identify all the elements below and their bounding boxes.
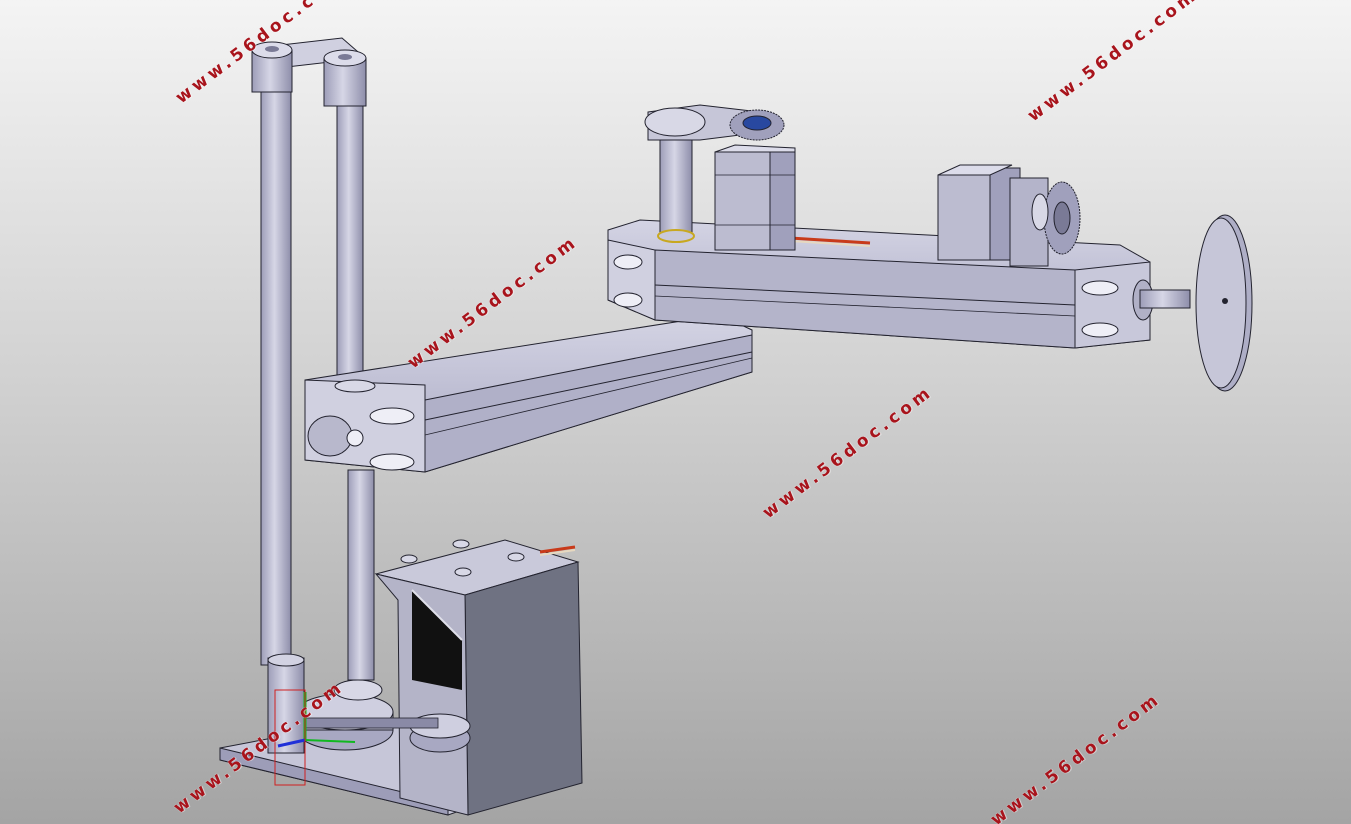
base-motor-housing [374,539,583,816]
elbow-stepper-motor [714,144,796,251]
lower-arm-link [304,314,753,473]
cad-viewport[interactable]: www.56doc.com www.56doc.com www.56doc.co… [0,0,1351,824]
cable-connector [539,545,576,556]
wrist-stepper-motor [937,164,1081,267]
end-effector-disc [1139,214,1253,392]
